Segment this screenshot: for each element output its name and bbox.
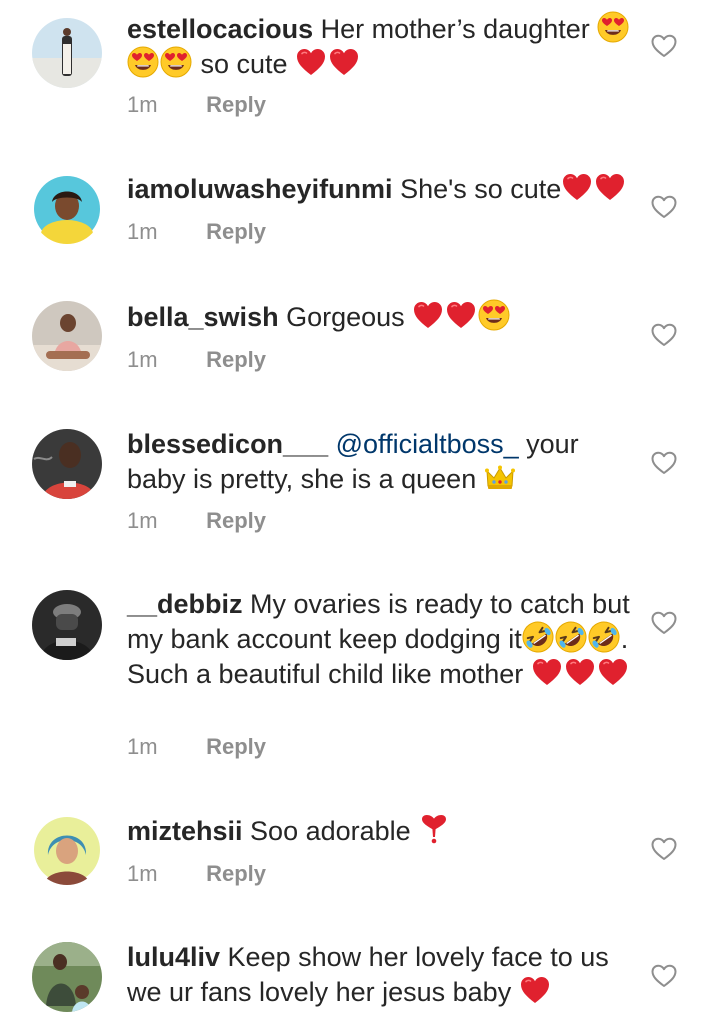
comment-text: miztehsii Soo adorable: [127, 813, 637, 848]
reply-button[interactable]: Reply: [206, 508, 266, 533]
heart-outline-icon[interactable]: [651, 195, 677, 219]
heart-outline-icon[interactable]: [651, 611, 677, 635]
comment-username[interactable]: lulu4liv: [127, 942, 220, 972]
red-heart-emoji: [531, 659, 630, 689]
comment-username[interactable]: estellocacious: [127, 14, 313, 44]
reply-button[interactable]: Reply: [206, 219, 266, 244]
comment-timestamp: 1m: [127, 861, 158, 886]
reply-button[interactable]: Reply: [206, 734, 266, 759]
avatar[interactable]: [32, 942, 102, 1012]
comment-timestamp: 1m: [127, 92, 158, 117]
mention-link[interactable]: @officialtboss_: [336, 429, 519, 459]
comment-body: Soo adorable: [250, 816, 411, 846]
comment-timestamp: 1m: [127, 347, 158, 372]
comment-meta: 1m Reply: [127, 92, 266, 118]
comment-meta: 1m Reply: [127, 347, 266, 373]
comment-meta: 1m Reply: [127, 219, 266, 245]
reply-button[interactable]: Reply: [206, 861, 266, 886]
heart-outline-icon[interactable]: [651, 964, 677, 988]
avatar[interactable]: [32, 429, 102, 499]
comment-meta: 1m Reply: [127, 734, 266, 760]
comment-body-continued: so cute: [200, 49, 288, 79]
comment-text: blessedicon___ @officialtboss_ your baby…: [127, 428, 637, 496]
avatar[interactable]: [32, 18, 102, 88]
comment-timestamp: 1m: [127, 219, 158, 244]
comment-text: lulu4liv Keep show her lovely face to us…: [127, 941, 637, 1009]
heart-outline-icon[interactable]: [651, 837, 677, 861]
comment-username[interactable]: blessedicon___: [127, 429, 328, 459]
comment-username[interactable]: __debbiz: [127, 589, 243, 619]
comment-username[interactable]: iamoluwasheyifunmi: [127, 174, 393, 204]
heart-outline-icon[interactable]: [651, 34, 677, 58]
red-heart-emoji: [295, 49, 361, 79]
comment-username[interactable]: bella_swish: [127, 302, 279, 332]
reply-button[interactable]: Reply: [206, 347, 266, 372]
comment-username[interactable]: miztehsii: [127, 816, 243, 846]
avatar[interactable]: [32, 174, 102, 244]
comment-timestamp: 1m: [127, 734, 158, 759]
rolling-laughing-emoji: [522, 624, 621, 654]
red-heart-emoji: [519, 977, 552, 1007]
heart-outline-icon[interactable]: [651, 451, 677, 475]
avatar[interactable]: [32, 815, 102, 885]
red-heart-emoji: [561, 174, 627, 204]
reply-button[interactable]: Reply: [206, 92, 266, 117]
comment-meta: 1m Reply: [127, 861, 266, 887]
comment-text: estellocacious Her mother’s daughter so …: [127, 11, 637, 81]
comment-text: bella_swish Gorgeous: [127, 299, 637, 334]
red-heart-emoji: [412, 302, 478, 332]
comment-timestamp: 1m: [127, 508, 158, 533]
comment-body: She's so cute: [400, 174, 562, 204]
heart-exclamation-emoji: [418, 816, 451, 846]
comment-text: iamoluwasheyifunmi She's so cute: [127, 171, 637, 206]
heart-outline-icon[interactable]: [651, 323, 677, 347]
comment-body: Gorgeous: [286, 302, 405, 332]
avatar[interactable]: [32, 590, 102, 660]
crown-emoji: [484, 464, 517, 494]
comment-meta: 1m Reply: [127, 508, 266, 534]
heart-eyes-emoji: [478, 302, 511, 332]
comment-text: __debbiz My ovaries is ready to catch bu…: [127, 588, 637, 691]
comment-body: Her mother’s daughter: [320, 14, 590, 44]
avatar[interactable]: [32, 301, 102, 371]
